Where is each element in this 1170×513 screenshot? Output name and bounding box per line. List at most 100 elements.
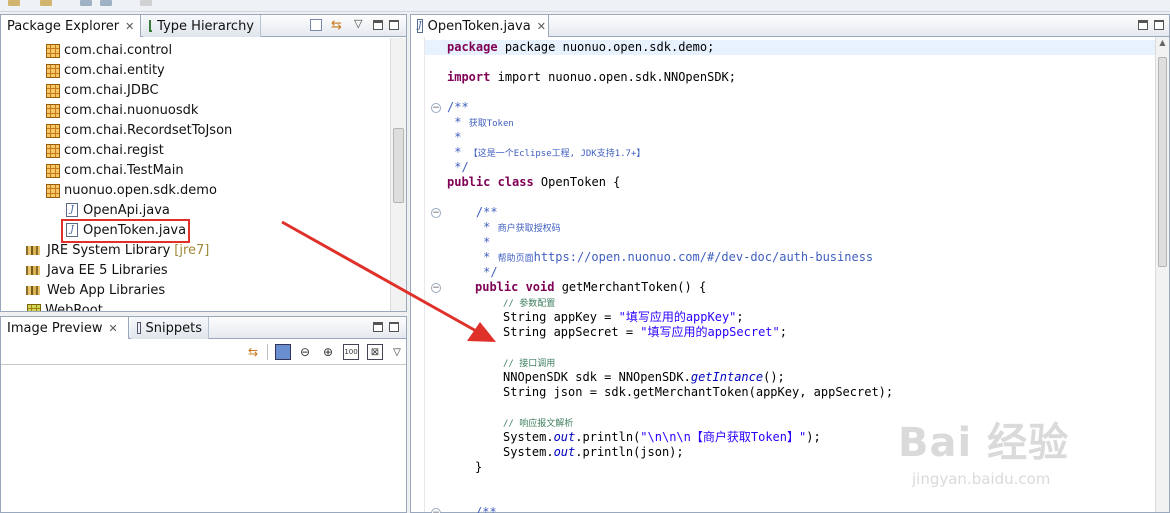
code-line: // 接口调用 <box>503 355 555 370</box>
tab-label: Type Hierarchy <box>157 18 254 34</box>
maximize-icon[interactable] <box>389 322 399 332</box>
code-text: import nuonuo.open.sdk.NNOpenSDK; <box>497 70 737 84</box>
tab-label: Image Preview <box>7 320 103 336</box>
fit-window-icon[interactable]: ⊠ <box>367 344 383 360</box>
watermark: Bai 经验 jingyan.baidu.com <box>898 410 1069 488</box>
code-line: // 参数配置 <box>503 295 555 310</box>
scroll-up-arrow[interactable]: ▲ <box>1156 37 1169 49</box>
zoom-in-icon[interactable]: ⊕ <box>320 344 336 360</box>
code-url[interactable]: https://open.nuonuo.com/#/dev-doc/auth-b… <box>534 250 874 264</box>
link-with-editor-icon[interactable]: ⇆ <box>331 18 342 33</box>
editor-scrollbar[interactable]: ▲ <box>1155 37 1169 512</box>
code-line: * 获取Token <box>447 115 514 130</box>
tab-snippets[interactable]: Snippets <box>131 317 209 339</box>
code-method-italic: getIntance <box>690 370 764 384</box>
tree-item-java-file[interactable]: J OpenApi.java <box>66 200 170 220</box>
tree-item-package[interactable]: com.chai.control <box>45 40 172 60</box>
package-icon <box>45 123 60 138</box>
tree-item-package[interactable]: com.chai.regist <box>45 140 164 160</box>
code-text: ; <box>779 325 787 339</box>
code-line: String appKey = "填写应用的appKey"; <box>503 310 744 325</box>
tree-item-label: com.chai.regist <box>64 142 164 158</box>
code-line: public class OpenToken { <box>447 175 620 190</box>
image-preview-panel: Image Preview ✕ Snippets ⇆ ⊖ ⊕ 100 ⊠ ▽ <box>0 316 407 513</box>
code-text: .println( <box>575 430 641 444</box>
library-icon <box>26 284 42 296</box>
collapse-all-icon[interactable] <box>310 19 322 31</box>
code-string: "填写应用的appSecret" <box>640 325 780 339</box>
tree-item-package[interactable]: com.chai.RecordsetToJson <box>45 120 232 140</box>
code-comment: // 接口调用 <box>503 359 556 369</box>
package-tree-scrollbar[interactable] <box>390 38 406 311</box>
close-icon[interactable]: ✕ <box>108 322 117 335</box>
tab-image-preview[interactable]: Image Preview ✕ <box>1 317 129 339</box>
annotation-highlight-box <box>61 219 190 243</box>
close-icon[interactable]: ✕ <box>125 20 134 33</box>
package-icon <box>45 163 60 178</box>
code-line: public void getMerchantToken() { <box>475 280 706 295</box>
tab-label: Snippets <box>145 320 202 336</box>
tree-item-package[interactable]: com.chai.entity <box>45 60 165 80</box>
toolbar-separator <box>267 344 268 360</box>
image-preview-toolbar: ⇆ ⊖ ⊕ 100 ⊠ ▽ <box>1 339 406 365</box>
code-line: // 响应报文解析 <box>503 415 573 430</box>
code-comment: 获取Token <box>468 119 514 129</box>
code-text: * <box>447 145 469 159</box>
tree-item-package[interactable]: com.chai.TestMain <box>45 160 184 180</box>
tree-item-library[interactable]: Web App Libraries <box>26 280 165 300</box>
code-keyword: package <box>447 40 498 54</box>
minimize-icon[interactable] <box>373 322 383 332</box>
fold-collapse-icon[interactable]: − <box>431 208 441 218</box>
maximize-icon[interactable] <box>389 20 399 30</box>
view-menu-icon[interactable]: ▽ <box>389 344 405 360</box>
minimize-icon[interactable] <box>1138 20 1148 30</box>
code-field-italic: out <box>553 430 576 444</box>
tab-editor-opentoken[interactable]: J OpenToken.java ✕ <box>411 15 549 37</box>
package-explorer-tabbar: Package Explorer ✕ Type Hierarchy ⇆ ▽ <box>1 15 406 37</box>
tree-item-package[interactable]: com.chai.JDBC <box>45 80 159 100</box>
fold-collapse-icon[interactable]: − <box>431 283 441 293</box>
sync-icon[interactable]: ⇆ <box>245 344 261 360</box>
window-controls <box>1138 20 1164 30</box>
tree-item-package[interactable]: com.chai.nuonuosdk <box>45 100 198 120</box>
code-text: * <box>447 250 498 264</box>
fold-collapse-icon[interactable]: − <box>431 103 441 113</box>
watermark-url: jingyan.baidu.com <box>912 470 1051 488</box>
code-text: System. <box>503 445 554 459</box>
tree-item-library[interactable]: Java EE 5 Libraries <box>26 260 168 280</box>
view-menu-icon[interactable]: ▽ <box>354 17 362 30</box>
fold-collapse-icon[interactable]: − <box>431 508 441 513</box>
fit-image-icon[interactable] <box>275 344 291 360</box>
back-icon[interactable] <box>80 0 92 6</box>
tab-type-hierarchy[interactable]: Type Hierarchy <box>143 15 261 37</box>
package-tree: com.chai.control com.chai.entity com.cha… <box>1 38 390 311</box>
tree-item-folder[interactable]: WebRoot <box>26 300 103 311</box>
code-line: NNOpenSDK sdk = NNOpenSDK.getIntance(); <box>503 370 785 385</box>
code-comment: // 响应报文解析 <box>503 419 574 429</box>
toolbar-icon[interactable] <box>8 0 20 6</box>
actual-size-icon[interactable]: 100 <box>343 344 359 360</box>
tree-item-package[interactable]: nuonuo.open.sdk.demo <box>45 180 217 200</box>
code-line: * <box>447 130 462 144</box>
scrollbar-thumb[interactable] <box>1158 57 1167 267</box>
tree-item-decoration: [jre7] <box>174 242 210 258</box>
code-comment: // 参数配置 <box>503 299 556 309</box>
tab-package-explorer[interactable]: Package Explorer ✕ <box>1 15 141 37</box>
code-text: .println(json); <box>575 445 684 459</box>
code-comment: 商户获取授权码 <box>497 224 561 234</box>
toolbar-icon[interactable] <box>40 0 52 6</box>
forward-icon[interactable] <box>100 0 112 6</box>
code-string: "填写应用的appKey" <box>618 310 737 324</box>
code-comment: 【这是一个Eclipse工程, JDK支持1.7+】 <box>468 149 646 159</box>
editor-ruler <box>411 37 425 512</box>
window-controls <box>373 322 399 332</box>
close-icon[interactable]: ✕ <box>537 20 546 33</box>
minimize-icon[interactable] <box>373 20 383 30</box>
tree-item-library[interactable]: JRE System Library [jre7] <box>26 240 209 260</box>
code-line: * 商户获取授权码 <box>447 220 561 235</box>
nav-icon[interactable] <box>140 0 152 6</box>
zoom-out-icon[interactable]: ⊖ <box>297 344 313 360</box>
tab-label: OpenToken.java <box>427 18 531 34</box>
scrollbar-thumb[interactable] <box>393 128 404 203</box>
maximize-icon[interactable] <box>1154 20 1164 30</box>
